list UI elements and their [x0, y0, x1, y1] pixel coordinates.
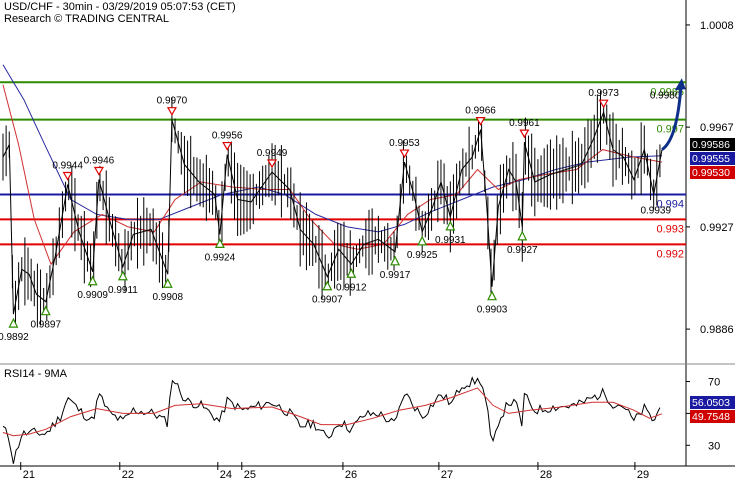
swing-low-label: 0.9912: [336, 282, 367, 293]
swing-low-label: 0.9911: [108, 285, 138, 296]
last-value-label: 0.99586: [692, 139, 730, 151]
last-value-label: 0.99555: [692, 153, 730, 165]
swing-low-label: 0.9897: [30, 320, 61, 331]
last-value-label: 0.99530: [692, 167, 730, 179]
swing-high-label: 0.9956: [212, 131, 243, 142]
swing-high-label: 0.9944: [52, 160, 83, 171]
swing-high-label: 0.9973: [588, 88, 619, 99]
swing-low-label: 0.9927: [507, 245, 538, 256]
rsi-panel-label: RSI14 - 9MA: [4, 368, 67, 380]
chart-background: [0, 0, 735, 480]
rsi-tick-label: 30: [708, 440, 720, 452]
rsi-last-value-label: 56.0503: [692, 397, 730, 409]
rsi-tick-label: 70: [708, 377, 720, 389]
swing-high-label: 0.9953: [389, 138, 420, 149]
target-label: 0.9980: [650, 91, 681, 102]
last-value-badges: 0.99586 0.99555 0.99530: [690, 138, 735, 179]
time-tick-label: 27: [441, 469, 453, 480]
price-tick-label: 0.9886: [700, 324, 734, 336]
swing-low-label: 0.9931: [435, 235, 466, 246]
time-tick-label: 28: [540, 469, 552, 480]
price-tick-label: 0.9967: [700, 122, 734, 134]
swing-low-label: 0.9907: [312, 295, 343, 306]
level-label: 0.993: [656, 223, 684, 235]
swing-low-label: 0.9909: [77, 290, 108, 301]
time-tick-label: 26: [345, 469, 357, 480]
swing-high-label: 0.9946: [84, 156, 115, 167]
swing-low-label: 0.9925: [407, 250, 438, 261]
chart-title: USD/CHF - 30min - 03/29/2019 05:07:53 (C…: [4, 1, 236, 13]
level-label: 0.997: [656, 124, 684, 136]
chart-canvas: 0.99850.9970.9940.9930.992 0.9944 0.99460…: [0, 0, 735, 480]
price-tick-label: 1.0008: [700, 20, 734, 32]
time-tick-label: 29: [637, 469, 649, 480]
swing-high-label: 0.9970: [157, 96, 188, 107]
swing-low-label: 0.9924: [205, 252, 236, 263]
swing-low-label: 0.9908: [152, 292, 183, 303]
swing-high-label: 0.9961: [509, 118, 540, 129]
time-tick-label: 25: [244, 469, 256, 480]
rsi-last-value-label: 49.7548: [692, 411, 730, 423]
swing-low-label: 0.9917: [380, 270, 411, 281]
time-tick-label: 22: [122, 469, 134, 480]
chart-source: Research © TRADING CENTRAL: [4, 13, 169, 25]
level-label: 0.992: [656, 248, 684, 260]
time-tick-label: 21: [23, 469, 35, 480]
target-label: 0.9939: [640, 205, 671, 216]
time-tick-label: 24: [220, 469, 232, 480]
swing-high-label: 0.9949: [257, 148, 288, 159]
swing-low-label: 0.9892: [0, 332, 29, 343]
swing-low-label: 0.9903: [477, 305, 508, 316]
swing-high-label: 0.9966: [465, 106, 496, 117]
price-tick-label: 0.9927: [700, 222, 734, 234]
